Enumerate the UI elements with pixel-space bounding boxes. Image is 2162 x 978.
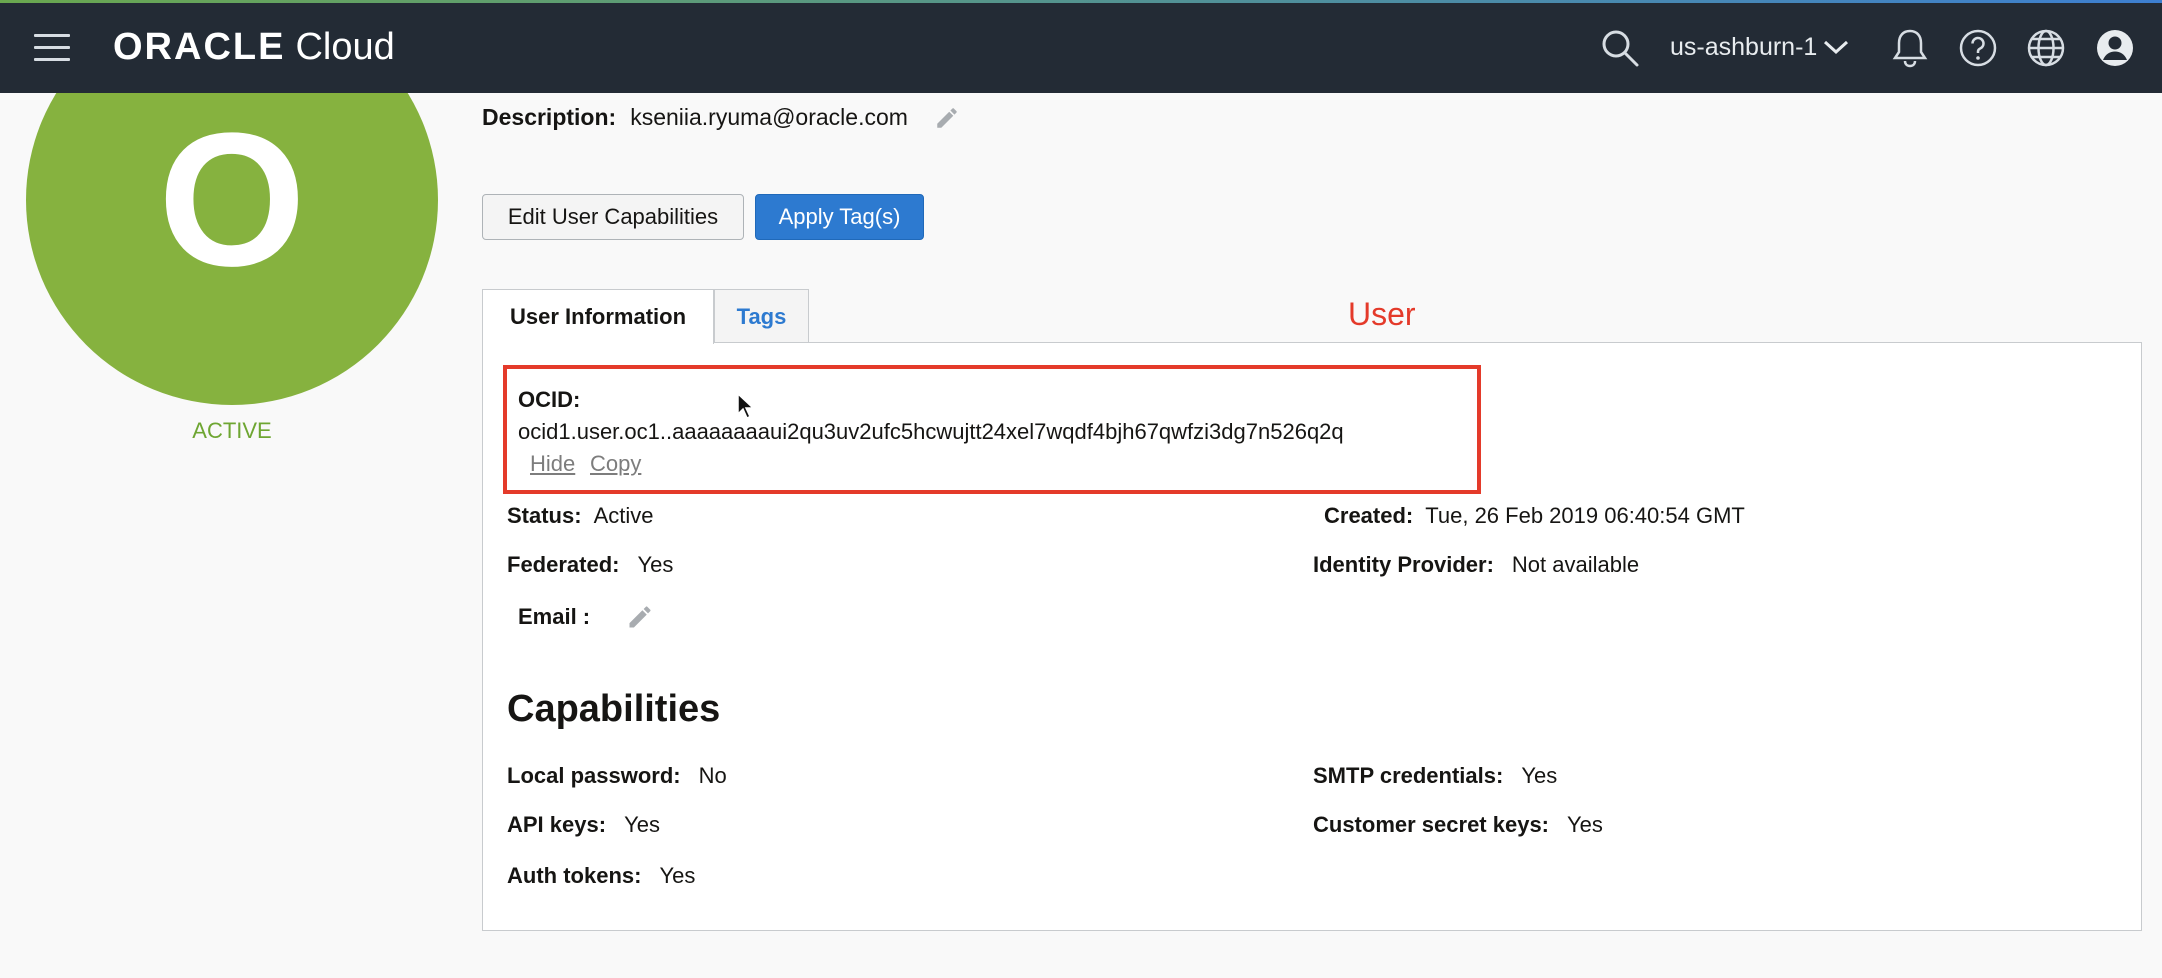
tab-tags[interactable]: Tags <box>714 289 809 344</box>
federated-value: Yes <box>637 552 674 577</box>
description-value: kseniia.ryuma@oracle.com <box>630 104 908 130</box>
user-icon[interactable] <box>2093 26 2137 70</box>
apply-tags-button[interactable]: Apply Tag(s) <box>755 194 924 240</box>
email-label: Email : <box>518 604 591 629</box>
status-row: Status: Active <box>507 503 653 529</box>
smtp-credentials-label: SMTP credentials: <box>1313 763 1504 788</box>
federated-label: Federated: <box>507 552 620 577</box>
brand-cloud: Cloud <box>295 25 395 68</box>
edit-user-capabilities-button[interactable]: Edit User Capabilities <box>482 194 744 240</box>
local-password-row: Local password: No <box>507 763 727 789</box>
mouse-cursor-icon <box>736 392 756 425</box>
created-label: Created: <box>1324 503 1414 528</box>
local-password-label: Local password: <box>507 763 681 788</box>
search-icon[interactable] <box>1598 26 1642 70</box>
help-icon[interactable] <box>1956 26 2000 70</box>
created-value: Tue, 26 Feb 2019 06:40:54 GMT <box>1425 503 1745 528</box>
capabilities-heading: Capabilities <box>507 688 721 730</box>
ocid-value: ocid1.user.oc1..aaaaaaaaui2qu3uv2ufc5hcw… <box>518 419 1344 444</box>
local-password-value: No <box>698 763 727 788</box>
api-keys-row: API keys: Yes <box>507 812 660 838</box>
smtp-credentials-row: SMTP credentials: Yes <box>1313 763 1557 789</box>
created-row: Created: Tue, 26 Feb 2019 06:40:54 GMT <box>1324 503 1745 529</box>
auth-tokens-value: Yes <box>659 863 696 888</box>
smtp-credentials-value: Yes <box>1521 763 1558 788</box>
identity-provider-value: Not available <box>1511 552 1640 577</box>
brand-oracle: ORACLE <box>113 25 286 68</box>
top-navigation-bar: ORACLE Cloud us-ashburn-1 <box>0 0 2162 93</box>
hide-link[interactable]: Hide <box>530 451 575 477</box>
api-keys-label: API keys: <box>507 812 607 837</box>
description-label: Description: <box>482 104 617 130</box>
pencil-icon[interactable] <box>626 603 654 631</box>
copy-link[interactable]: Copy <box>590 451 641 477</box>
bell-icon[interactable] <box>1888 26 1932 70</box>
oracle-cloud-logo[interactable]: ORACLE Cloud <box>113 24 395 70</box>
accent-strip <box>0 0 2162 3</box>
pencil-icon[interactable] <box>934 105 960 131</box>
customer-secret-keys-label: Customer secret keys: <box>1313 812 1550 837</box>
annotation-label: User <box>1348 296 1416 332</box>
api-keys-value: Yes <box>624 812 660 837</box>
status-badge: ACTIVE <box>192 418 272 443</box>
ocid-label: OCID: <box>518 387 581 412</box>
description-row: Description: kseniia.ryuma@oracle.com <box>482 104 960 131</box>
federated-row: Federated: Yes <box>507 552 673 578</box>
identity-provider-row: Identity Provider: Not available <box>1313 552 1639 578</box>
tab-user-information[interactable]: User Information <box>482 289 714 344</box>
customer-secret-keys-value: Yes <box>1567 812 1603 837</box>
region-selector[interactable]: us-ashburn-1 <box>1670 27 1849 67</box>
status-label: Status: <box>507 503 582 528</box>
avatar-letter: O <box>158 94 306 306</box>
chevron-down-icon <box>1823 39 1849 55</box>
customer-secret-keys-row: Customer secret keys: Yes <box>1313 812 1603 838</box>
email-row: Email : <box>518 603 654 631</box>
hamburger-icon[interactable] <box>34 34 70 62</box>
status-value: Active <box>593 503 654 528</box>
globe-icon[interactable] <box>2024 26 2068 70</box>
identity-provider-label: Identity Provider: <box>1313 552 1494 577</box>
auth-tokens-row: Auth tokens: Yes <box>507 863 695 889</box>
auth-tokens-label: Auth tokens: <box>507 863 642 888</box>
region-name: us-ashburn-1 <box>1670 32 1818 61</box>
